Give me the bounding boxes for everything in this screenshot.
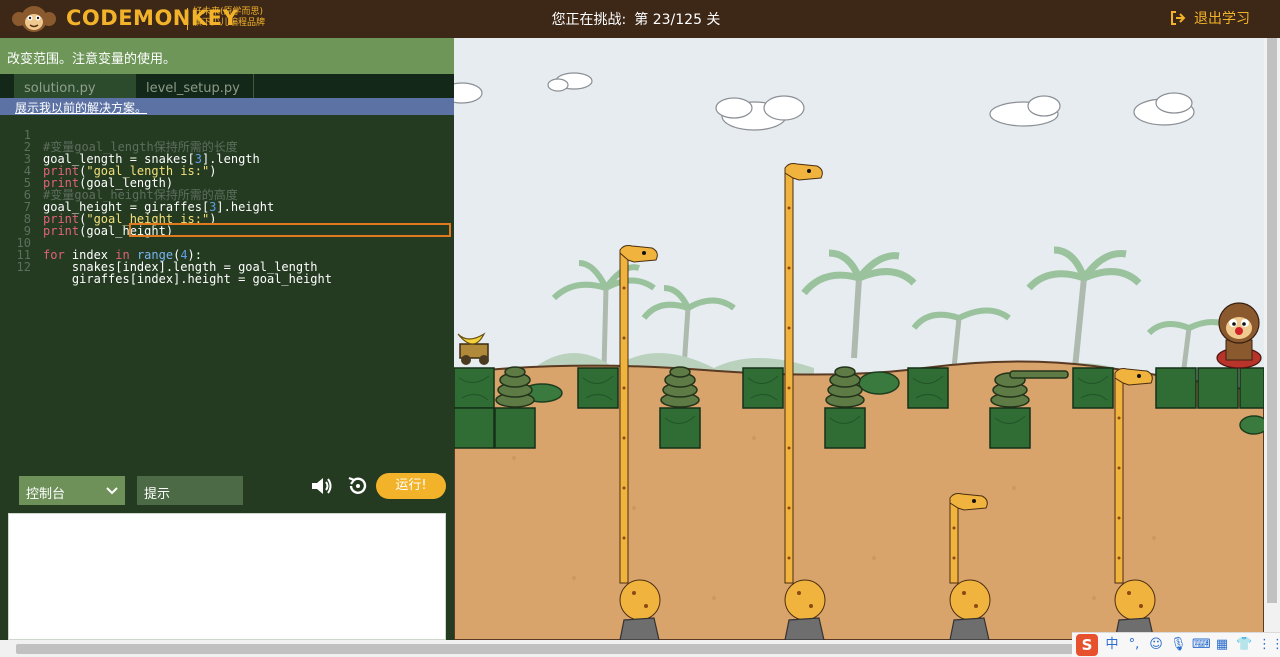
console-tab[interactable]: 控制台 <box>19 476 125 505</box>
monkey-character <box>1216 302 1262 369</box>
code-line: 5 #变量goal_height保持所需的高度 <box>0 165 238 201</box>
code-text: giraffes[index].height = goal_height <box>43 272 332 286</box>
scroll-thumb[interactable] <box>1267 38 1277 603</box>
code-panel: 改变范围。注意变量的使用。 solution.py level_setup.py… <box>0 38 454 640</box>
exit-icon <box>1171 11 1186 25</box>
chevron-down-icon <box>106 487 118 495</box>
ime-tray: S 中 °, ☺ 🎙 ⌨ ▦ 👕 ⋮⋮ <box>1072 632 1280 657</box>
challenge-value: 第 23/125 关 <box>634 12 721 28</box>
code-line: 2 goal_length = snakes[3].length <box>0 129 260 165</box>
reset-icon[interactable] <box>345 475 369 497</box>
editor-toolbar: 控制台 提示 运行! <box>0 465 454 505</box>
file-tabs: solution.py level_setup.py <box>0 74 454 98</box>
tab-level-setup[interactable]: level_setup.py <box>136 74 254 98</box>
exit-label: 退出学习 <box>1194 11 1250 27</box>
speaker-icon[interactable] <box>310 475 334 497</box>
ime-language-toggle[interactable]: 中 <box>1104 637 1120 653</box>
run-button[interactable]: 运行! <box>376 473 446 499</box>
microphone-icon[interactable]: 🎙 <box>1170 637 1187 653</box>
skin-icon[interactable]: 👕 <box>1236 637 1252 653</box>
code-line: 3 print("goal_length is:") <box>0 141 217 177</box>
game-stage <box>454 38 1264 640</box>
line-number: 12 <box>16 260 31 274</box>
instructions-text: 改变范围。注意变量的使用。 <box>0 38 454 74</box>
console-tab-label: 控制台 <box>26 487 66 502</box>
scroll-thumb[interactable] <box>16 644 1166 654</box>
hint-tab[interactable]: 提示 <box>137 476 243 505</box>
grid-menu-icon[interactable]: ⋮⋮ <box>1258 637 1280 653</box>
keyboard-icon[interactable]: ⌨ <box>1192 637 1211 653</box>
tab-solution[interactable]: solution.py <box>14 74 136 98</box>
code-line: 9 <box>0 213 43 237</box>
sogou-logo-icon[interactable]: S <box>1076 634 1098 656</box>
top-bar: CODEMONKEY 好未来(原学而思) 旗下少儿编程品牌 您正在挑战: 第 23… <box>0 0 1280 38</box>
vertical-scrollbar[interactable] <box>1264 38 1280 640</box>
punctuation-icon[interactable]: °, <box>1126 637 1142 653</box>
exit-button[interactable]: 退出学习 <box>1170 8 1250 28</box>
toolbox-icon[interactable]: ▦ <box>1214 637 1230 653</box>
code-line: 4 print(goal_length) <box>0 153 173 189</box>
code-line: 12 giraffes[index].height = goal_height <box>0 249 332 285</box>
code-line: 8 print(goal_height) <box>0 201 173 237</box>
code-line: 11 snakes[index].length = goal_length <box>0 237 318 273</box>
code-line: 1 #变量goal_length保持所需的长度 <box>0 117 238 153</box>
code-line: 6 goal_height = giraffes[3].height <box>0 177 274 213</box>
code-editor[interactable]: 1 #变量goal_length保持所需的长度 2 goal_length = … <box>0 115 454 465</box>
highlighted-code-range <box>129 223 451 237</box>
console-output <box>8 513 446 640</box>
challenge-label: 您正在挑战: <box>551 12 627 28</box>
code-line: 10 for index in range(4): <box>0 225 202 261</box>
show-previous-solution-link[interactable]: 展示我以前的解决方案。 <box>0 98 454 115</box>
game-scene <box>454 38 1264 640</box>
challenge-status: 您正在挑战: 第 23/125 关 <box>0 9 1264 29</box>
emoji-icon[interactable]: ☺ <box>1148 637 1164 653</box>
code-line: 7 print("goal_height is:") <box>0 189 217 225</box>
